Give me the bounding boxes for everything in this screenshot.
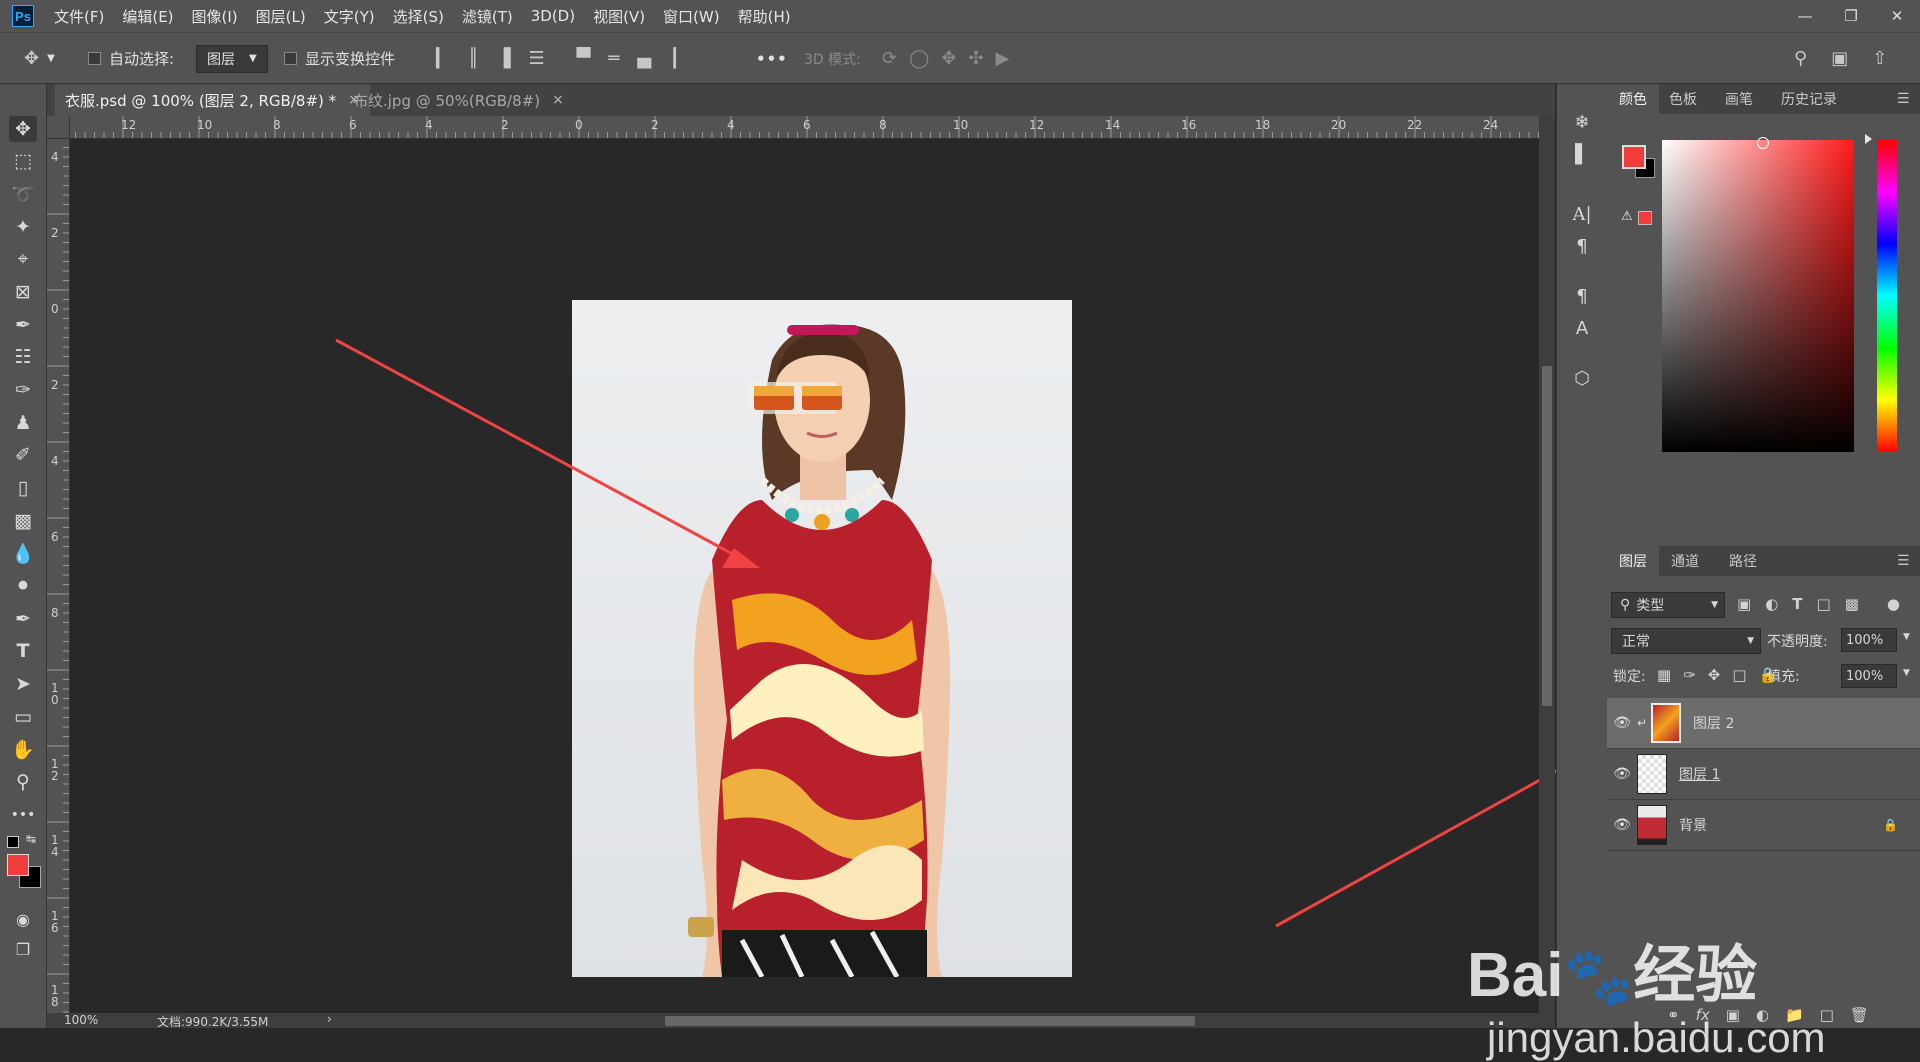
color-foreground-swatch[interactable]: [1622, 145, 1646, 169]
layer-name[interactable]: 图层 1: [1679, 764, 1720, 784]
eye-icon[interactable]: 👁: [1607, 817, 1637, 833]
status-bar: 100% 文档:990.2K/3.55M ›: [47, 1012, 340, 1029]
paragraph-styles-icon[interactable]: ¶: [1566, 282, 1598, 310]
tab-brushes[interactable]: 画笔: [1725, 84, 1753, 114]
layer-filter-icons: ▣ ◐ T □ ▩ ●: [1737, 592, 1900, 616]
paragraph-icon[interactable]: ¶: [1566, 232, 1598, 260]
filter-pixel-icon[interactable]: ▣: [1737, 595, 1751, 613]
opacity-label: 不透明度:: [1767, 634, 1828, 650]
document-size: 文档:990.2K/3.55M: [157, 1015, 269, 1029]
fill-label: 填充:: [1767, 669, 1800, 685]
3d-icon[interactable]: ⬡: [1566, 364, 1598, 392]
lock-icon: 🔒: [1883, 818, 1898, 832]
layer-thumbnail: [1651, 703, 1681, 743]
layer-name[interactable]: 背景: [1679, 815, 1707, 835]
tab-color[interactable]: 颜色: [1607, 84, 1659, 114]
gamut-color-swatch[interactable]: [1638, 211, 1652, 225]
lock-icons: ▦ ✑ ✥ □ 🔒: [1657, 664, 1777, 686]
chevron-down-icon: ▼: [1747, 636, 1754, 646]
zoom-level[interactable]: 100%: [64, 1013, 98, 1027]
chevron-down-icon[interactable]: ▼: [1903, 668, 1910, 678]
tab-swatches[interactable]: 色板: [1669, 84, 1697, 114]
right-panels: 颜色 色板 画笔 历史记录 ☰ ⚠ 图层 通道 路径 ☰ ⚲ 类型 ▼ ▣ ◐ …: [1467, 84, 1920, 1061]
panel-menu-icon[interactable]: ☰: [1897, 546, 1910, 576]
lock-label: 锁定:: [1613, 669, 1646, 685]
blend-mode-value: 正常: [1622, 634, 1650, 650]
fill-input[interactable]: 100%: [1841, 664, 1897, 688]
layer-row-layer2[interactable]: 👁 ↵ 图层 2: [1607, 698, 1920, 749]
color-panel-tabs: 颜色 色板 画笔 历史记录 ☰: [1607, 84, 1920, 114]
eye-icon[interactable]: 👁: [1607, 715, 1637, 731]
character-styles-icon[interactable]: A: [1566, 314, 1598, 342]
layer-row-background[interactable]: 👁 背景 🔒: [1607, 800, 1920, 851]
layer-thumbnail: [1637, 805, 1667, 845]
clipping-mask-icon: ↵: [1637, 716, 1648, 730]
filter-shape-icon[interactable]: □: [1817, 595, 1831, 613]
blend-mode-dropdown[interactable]: 正常 ▼: [1611, 628, 1761, 654]
vertical-scrollbar[interactable]: [1539, 116, 1555, 1013]
gamut-warning-icon[interactable]: ⚠: [1621, 209, 1633, 224]
filter-type-icon[interactable]: T: [1792, 595, 1802, 613]
layer-filter-value: 类型: [1636, 598, 1665, 614]
horizontal-scrollbar[interactable]: [340, 1013, 1555, 1028]
hue-slider-handle[interactable]: [1865, 134, 1872, 144]
scroll-thumb[interactable]: [1542, 366, 1552, 706]
lock-position-icon[interactable]: ✥: [1708, 666, 1721, 684]
search-icon: ⚲: [1620, 597, 1631, 613]
layers-panel-tabs: 图层 通道 路径 ☰: [1607, 546, 1920, 576]
chevron-down-icon[interactable]: ▼: [1903, 632, 1910, 642]
layer-thumbnail: [1637, 754, 1667, 794]
baidu-watermark-url: jingyan.baidu.com: [1487, 1014, 1826, 1061]
filter-toggle-icon[interactable]: ●: [1887, 595, 1900, 613]
tab-paths[interactable]: 路径: [1729, 546, 1757, 576]
panel-menu-icon[interactable]: ☰: [1897, 84, 1910, 114]
lock-artboard-icon[interactable]: □: [1732, 666, 1746, 684]
delete-layer-icon[interactable]: 🗑: [1850, 1006, 1869, 1024]
character-icon[interactable]: A|: [1566, 200, 1598, 228]
lock-transparent-icon[interactable]: ▦: [1657, 666, 1671, 684]
baidu-watermark-logo: Bai🐾经验: [1467, 941, 1758, 1010]
tab-channels[interactable]: 通道: [1671, 546, 1699, 576]
navigator-icon[interactable]: ❄: [1566, 108, 1598, 136]
eye-icon[interactable]: 👁: [1607, 766, 1637, 782]
panel-icon-dock: ❄ ▌ A| ¶ ¶ A ⬡: [1556, 84, 1608, 1028]
chevron-right-icon[interactable]: ›: [327, 1012, 332, 1026]
layer-name[interactable]: 图层 2: [1693, 713, 1734, 733]
opacity-input[interactable]: 100%: [1841, 628, 1897, 652]
histogram-icon[interactable]: ▌: [1566, 140, 1598, 168]
hue-slider[interactable]: [1877, 140, 1897, 452]
color-field[interactable]: [1662, 140, 1854, 452]
chevron-down-icon: ▼: [1711, 600, 1718, 610]
layer-row-layer1[interactable]: 👁 图层 1: [1607, 749, 1920, 800]
filter-adjustment-icon[interactable]: ◐: [1765, 595, 1778, 613]
layer-filter-dropdown[interactable]: ⚲ 类型 ▼: [1611, 592, 1725, 618]
color-picker-cursor[interactable]: [1757, 137, 1769, 149]
red-arrow-to-shoulder: [335, 338, 741, 560]
lock-pixels-icon[interactable]: ✑: [1683, 666, 1696, 684]
filter-smart-icon[interactable]: ▩: [1845, 595, 1859, 613]
tab-layers[interactable]: 图层: [1607, 546, 1659, 576]
scroll-thumb[interactable]: [665, 1016, 1195, 1026]
tab-history[interactable]: 历史记录: [1781, 84, 1837, 114]
